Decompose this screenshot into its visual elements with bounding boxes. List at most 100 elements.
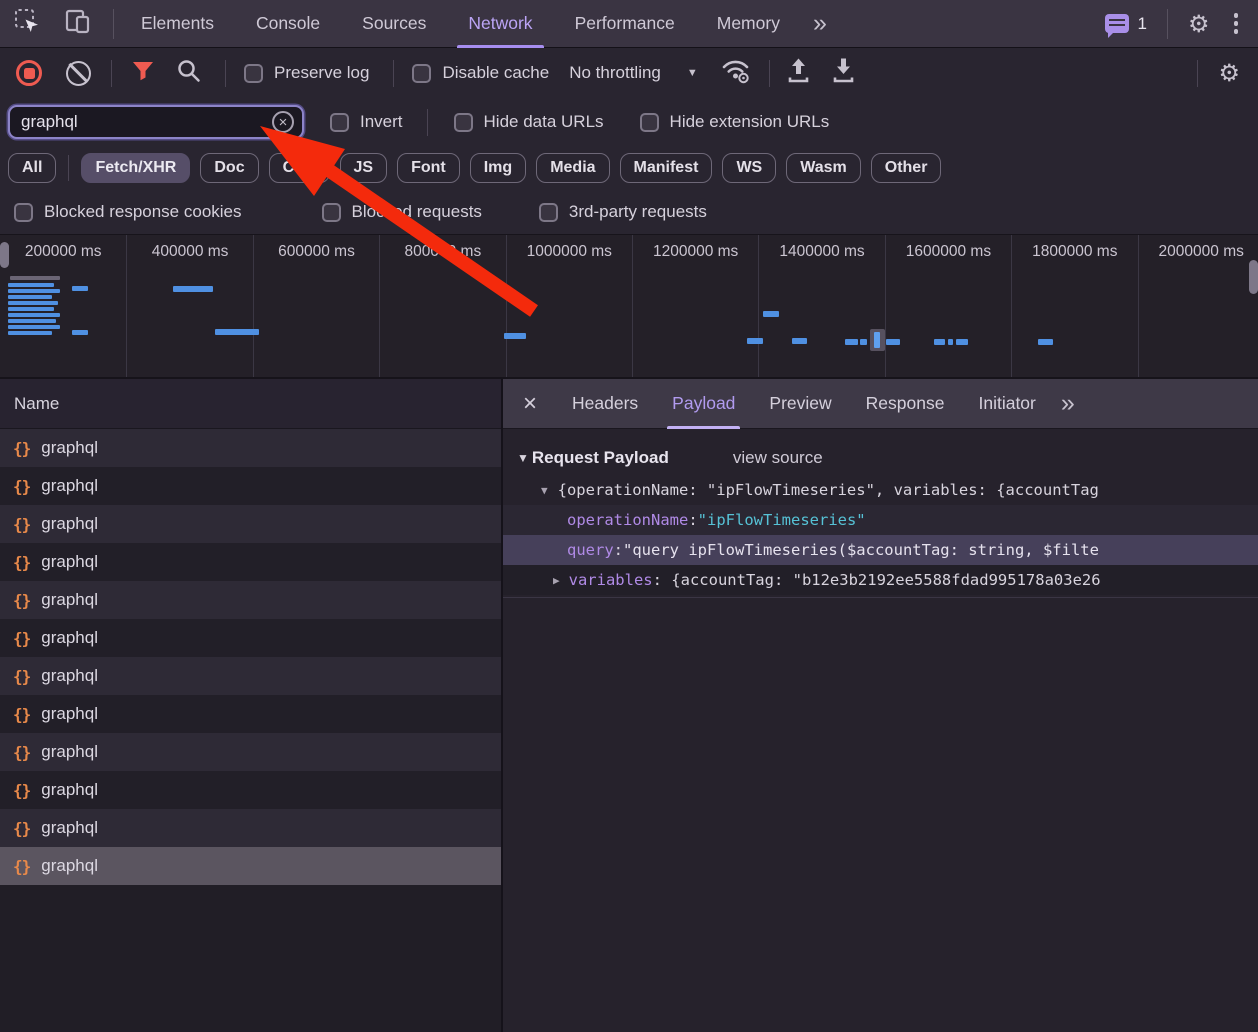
chip-all[interactable]: All: [8, 153, 56, 183]
section-expanded-icon[interactable]: ▼: [517, 451, 529, 465]
request-name: graphql: [41, 818, 98, 838]
tab-network[interactable]: Network: [447, 0, 553, 48]
chip-media[interactable]: Media: [536, 153, 609, 183]
timeline-tick-label: 1800000 ms: [1012, 243, 1137, 261]
disable-cache-checkbox[interactable]: [412, 64, 431, 83]
json-braces-icon: {}: [13, 705, 30, 724]
request-row[interactable]: {}graphql: [0, 543, 501, 581]
chip-wasm[interactable]: Wasm: [786, 153, 861, 183]
throttling-select[interactable]: No throttling: [569, 63, 661, 83]
request-row[interactable]: {}graphql: [0, 733, 501, 771]
json-braces-icon: {}: [13, 857, 30, 876]
settings-gear-icon[interactable]: ⚙: [1188, 12, 1210, 36]
timeline-column: 2000000 ms: [1138, 235, 1258, 377]
request-row[interactable]: {}graphql: [0, 619, 501, 657]
third-party-requests-checkbox[interactable]: [539, 203, 558, 222]
detail-tab-payload[interactable]: Payload: [655, 379, 752, 429]
invert-label: Invert: [330, 112, 403, 132]
blocked-requests-checkbox[interactable]: [322, 203, 341, 222]
detail-tab-headers[interactable]: Headers: [555, 379, 655, 429]
waterfall-overview[interactable]: 200000 ms400000 ms600000 ms800000 ms1000…: [0, 234, 1258, 379]
issues-count: 1: [1138, 14, 1147, 34]
chip-js[interactable]: JS: [340, 153, 388, 183]
chip-doc[interactable]: Doc: [200, 153, 258, 183]
chip-fetchxhr[interactable]: Fetch/XHR: [81, 153, 190, 183]
payload-summary-text: {operationName: "ipFlowTimeseries", vari…: [558, 481, 1099, 499]
timeline-tick-label: 800000 ms: [380, 243, 505, 261]
network-conditions-icon[interactable]: [720, 57, 751, 89]
timeline-tick-label: 1200000 ms: [633, 243, 758, 261]
summary-expanded-icon[interactable]: ▼: [541, 484, 548, 497]
preserve-log-checkbox[interactable]: [244, 64, 263, 83]
request-row[interactable]: {}graphql: [0, 771, 501, 809]
tab-performance[interactable]: Performance: [554, 0, 696, 48]
timeline-tick-label: 1400000 ms: [759, 243, 884, 261]
name-column-header[interactable]: Name: [0, 379, 501, 429]
detail-tab-preview[interactable]: Preview: [752, 379, 848, 429]
variables-collapsed-icon[interactable]: ▶: [553, 574, 560, 587]
request-row[interactable]: {}graphql: [0, 695, 501, 733]
detail-tab-initiator[interactable]: Initiator: [961, 379, 1052, 429]
close-detail-icon[interactable]: ×: [503, 392, 555, 416]
clear-button[interactable]: [66, 61, 91, 86]
request-row[interactable]: {}graphql: [0, 657, 501, 695]
inspect-element-icon[interactable]: [14, 8, 40, 39]
more-tabs-icon[interactable]: »: [801, 9, 837, 38]
issues-button[interactable]: 1: [1105, 14, 1147, 34]
chip-other[interactable]: Other: [871, 153, 942, 183]
hide-data-urls-checkbox[interactable]: [454, 113, 473, 132]
chip-img[interactable]: Img: [470, 153, 526, 183]
payload-summary-row[interactable]: ▼ {operationName: "ipFlowTimeseries", va…: [503, 475, 1258, 505]
json-braces-icon: {}: [13, 667, 30, 686]
network-toolbar: Preserve log Disable cache No throttling…: [0, 48, 1258, 98]
view-source-link[interactable]: view source: [733, 448, 823, 468]
filter-toggle-icon[interactable]: [132, 61, 154, 86]
blocked-response-cookies-label: Blocked response cookies: [14, 202, 242, 222]
timeline-column: 1600000 ms: [885, 235, 1011, 377]
request-row[interactable]: {}graphql: [0, 505, 501, 543]
payload-variables-row[interactable]: ▶ variables: {accountTag: "b12e3b2192ee5…: [503, 565, 1258, 595]
invert-checkbox[interactable]: [330, 113, 349, 132]
tabbar-right-separator: [1167, 9, 1168, 39]
request-row[interactable]: {}graphql: [0, 809, 501, 847]
chip-font[interactable]: Font: [397, 153, 460, 183]
request-row[interactable]: {}graphql: [0, 847, 501, 885]
import-har-icon[interactable]: [786, 57, 811, 89]
request-row[interactable]: {}graphql: [0, 467, 501, 505]
timeline-tick-label: 400000 ms: [127, 243, 252, 261]
network-settings-gear-icon[interactable]: ⚙: [1218, 61, 1240, 85]
detail-tab-response[interactable]: Response: [849, 379, 962, 429]
request-name: graphql: [41, 552, 98, 572]
tab-console[interactable]: Console: [235, 0, 341, 48]
variables-key: variables: [569, 571, 653, 589]
device-toolbar-icon[interactable]: [64, 9, 91, 39]
toolbar-separator: [1197, 60, 1198, 87]
chip-manifest[interactable]: Manifest: [620, 153, 713, 183]
hide-extension-urls-checkbox[interactable]: [640, 113, 659, 132]
json-braces-icon: {}: [13, 781, 30, 800]
chip-ws[interactable]: WS: [722, 153, 776, 183]
request-detail-pane: × HeadersPayloadPreviewResponseInitiator…: [503, 379, 1258, 1032]
record-button[interactable]: [16, 60, 42, 86]
tab-memory[interactable]: Memory: [696, 0, 801, 48]
blocked-response-cookies-checkbox[interactable]: [14, 203, 33, 222]
hide-data-urls-label: Hide data URLs: [454, 112, 604, 132]
payload-operation-name-row[interactable]: operationName: "ipFlowTimeseries": [503, 505, 1258, 535]
clear-filter-icon[interactable]: ×: [272, 111, 294, 133]
export-har-icon[interactable]: [831, 57, 856, 89]
preserve-log-label: Preserve log: [244, 63, 369, 83]
timeline-column: 1200000 ms: [632, 235, 758, 377]
tab-elements[interactable]: Elements: [120, 0, 235, 48]
throttling-caret-icon[interactable]: ▼: [687, 67, 698, 79]
request-row[interactable]: {}graphql: [0, 429, 501, 467]
request-row[interactable]: {}graphql: [0, 581, 501, 619]
kebab-menu-icon[interactable]: [1228, 13, 1245, 34]
payload-query-row[interactable]: query: "query ipFlowTimeseries($accountT…: [503, 535, 1258, 565]
timeline-column: 800000 ms: [379, 235, 505, 377]
chip-css[interactable]: CSS: [269, 153, 330, 183]
tab-sources[interactable]: Sources: [341, 0, 447, 48]
search-icon[interactable]: [176, 58, 201, 88]
request-name: graphql: [41, 476, 98, 496]
filter-input[interactable]: [21, 112, 272, 132]
detail-more-tabs-icon[interactable]: »: [1053, 389, 1081, 418]
